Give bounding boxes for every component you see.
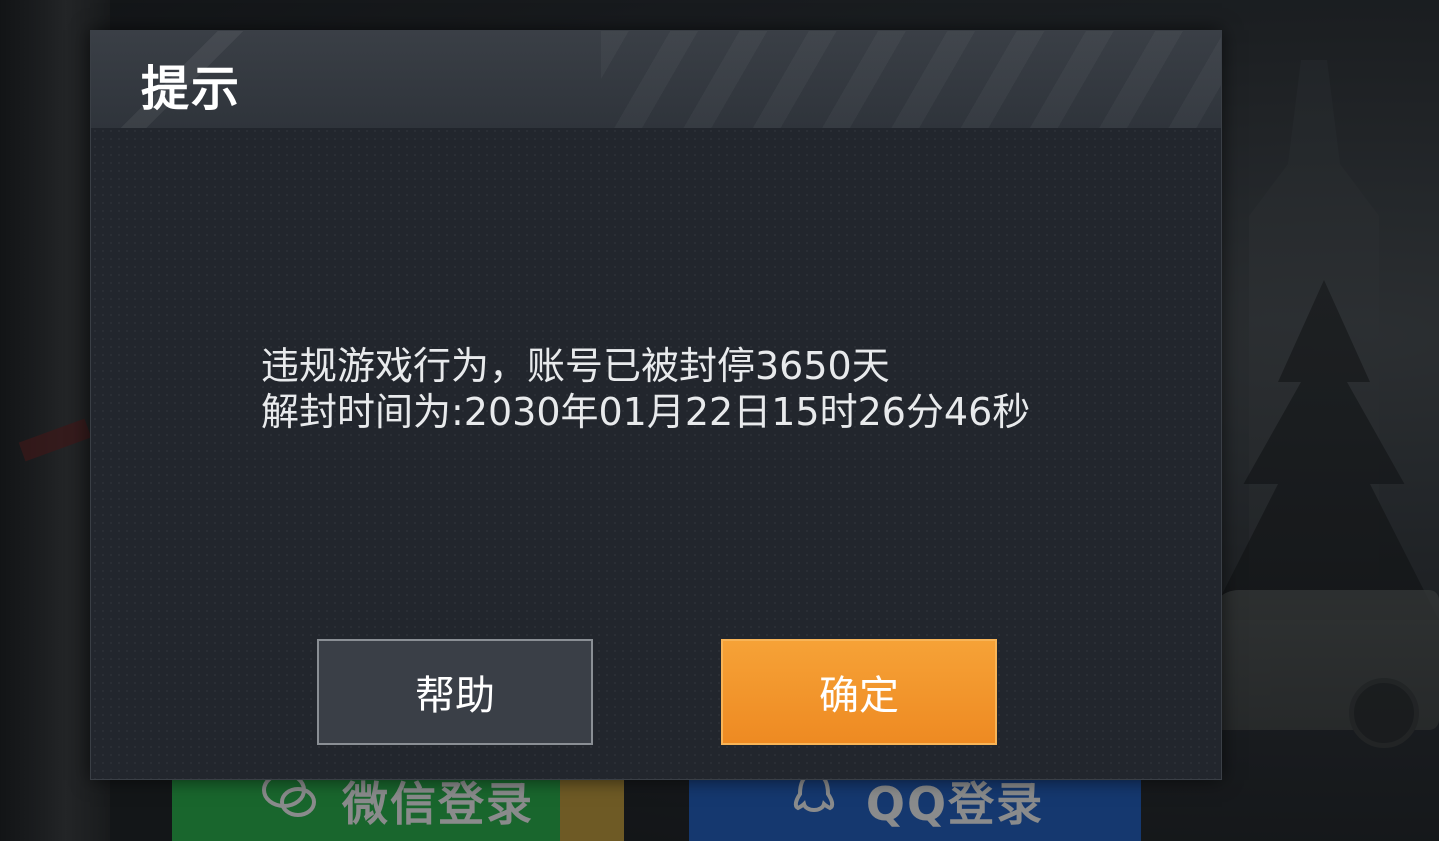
ban-message: 违规游戏行为，账号已被封停3650天 解封时间为:2030年01月22日15时2… [261, 343, 1030, 435]
ban-message-line2: 解封时间为:2030年01月22日15时26分46秒 [261, 390, 1031, 434]
dialog-title: 提示 [141, 61, 242, 117]
help-button-label: 帮助 [415, 673, 495, 719]
help-button[interactable]: 帮助 [317, 639, 593, 745]
confirm-button-label: 确定 [819, 673, 899, 719]
confirm-button[interactable]: 确定 [721, 639, 997, 745]
ban-message-line1: 违规游戏行为，账号已被封停3650天 [261, 344, 890, 388]
ban-notice-dialog: 提示 违规游戏行为，账号已被封停3650天 解封时间为:2030年01月22日1… [90, 30, 1222, 780]
dialog-header [91, 31, 1221, 128]
